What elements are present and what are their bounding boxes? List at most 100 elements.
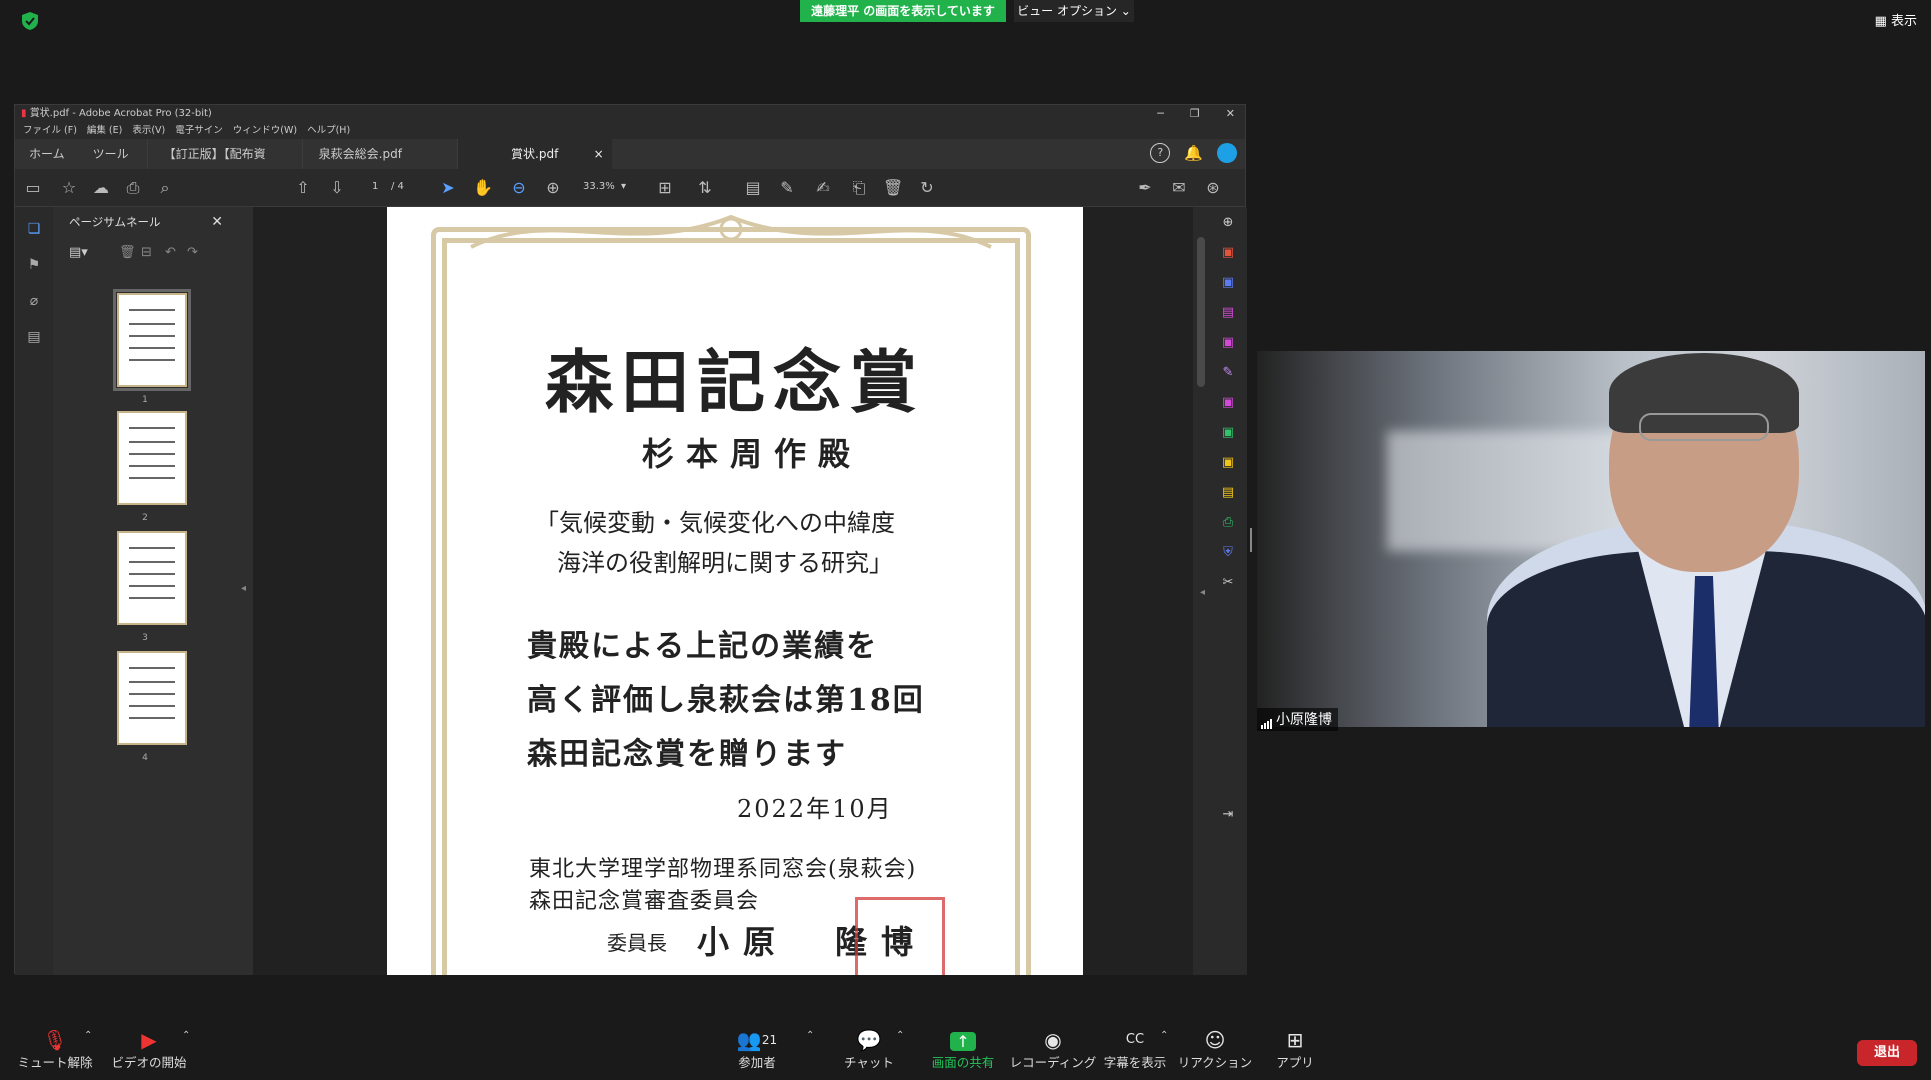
close-tab-icon[interactable]: ×: [594, 139, 604, 169]
document-viewer[interactable]: 森田記念賞 杉本周作殿 「気候変動・気候変化への中緯度 海洋の役割解明に関する研…: [253, 207, 1193, 975]
mail-icon[interactable]: ✉: [1169, 178, 1189, 198]
zoom-out-search-icon[interactable]: ⌕: [155, 178, 175, 198]
zoom-in-icon[interactable]: ⊕: [543, 178, 563, 198]
view-options-button[interactable]: ビュー オプション ⌄: [1014, 0, 1134, 22]
doc-tab-2[interactable]: 泉萩会総会.pdf: [301, 139, 457, 169]
thumb-undo-icon[interactable]: ↶: [165, 245, 176, 260]
more-tools-icon[interactable]: ✂: [1219, 575, 1237, 593]
attachment-icon[interactable]: ⌀: [25, 293, 43, 311]
bell-icon[interactable]: 🔔: [1184, 144, 1203, 162]
participant-count: 21: [761, 1033, 778, 1047]
star-icon[interactable]: ☆: [59, 178, 79, 198]
doc-tab-active[interactable]: 賞状.pdf ×: [456, 139, 612, 169]
unmute-label: ミュート解除: [17, 1055, 93, 1070]
combine-files-icon[interactable]: ▣: [1219, 275, 1237, 293]
share-screen-button[interactable]: ↑ 画面の共有: [918, 1026, 1008, 1072]
view-toggle-button[interactable]: ▦ 表示: [1875, 10, 1917, 29]
chevron-up-icon[interactable]: ⌃: [896, 1030, 904, 1041]
participants-button[interactable]: 👥21 参加者: [712, 1026, 802, 1072]
page-thumbnail-4[interactable]: [117, 651, 187, 745]
certificate-topic-line-2: 海洋の役割解明に関する研究」: [557, 549, 893, 577]
security-shield-icon[interactable]: [22, 12, 38, 30]
fit-page-icon[interactable]: ⊞: [655, 178, 675, 198]
participant-name: 小原隆博: [1276, 712, 1332, 728]
scroll-mode-icon[interactable]: ⇅: [695, 178, 715, 198]
close-icon[interactable]: ✕: [1226, 105, 1235, 122]
marquee-zoom-icon[interactable]: ⊖: [509, 178, 529, 198]
share-user-icon[interactable]: ⊛: [1203, 178, 1223, 198]
signal-strength-icon: [1261, 713, 1273, 729]
chevron-up-icon[interactable]: ⌃: [806, 1030, 814, 1041]
sign-icon[interactable]: ✒: [1135, 178, 1155, 198]
page-thumbnail-1[interactable]: [113, 289, 191, 391]
start-video-button[interactable]: ▶ ビデオの開始: [104, 1026, 194, 1072]
send-review-icon[interactable]: ▣: [1219, 455, 1237, 473]
account-avatar[interactable]: [1217, 143, 1237, 163]
zoom-level[interactable]: 33.3%: [583, 181, 615, 192]
leave-button[interactable]: 退出: [1857, 1040, 1917, 1066]
thumb-redo-icon[interactable]: ↷: [187, 245, 198, 260]
upload-cloud-icon[interactable]: ☁: [91, 178, 111, 198]
document-icon[interactable]: ▤: [25, 329, 43, 347]
comment-panel-icon[interactable]: ▤: [1219, 485, 1237, 503]
thumbnail-options-icon[interactable]: ▤▾: [69, 245, 88, 260]
bookmark-icon[interactable]: ⚑: [25, 257, 43, 275]
menu-edit[interactable]: 編集 (E): [87, 122, 122, 139]
zoom-search-icon[interactable]: ⊕: [1219, 215, 1237, 233]
edit-pdf-icon[interactable]: ▣: [1219, 335, 1237, 353]
chevron-up-icon[interactable]: ⌃: [182, 1030, 190, 1041]
stamp-icon[interactable]: ⎗: [849, 178, 869, 198]
zoom-top-bar: 遠藤理平 の画面を表示しています ビュー オプション ⌄ ▦ 表示: [0, 0, 1931, 40]
help-icon[interactable]: ?: [1150, 143, 1171, 163]
select-cursor-icon[interactable]: ➤: [438, 178, 458, 198]
reactions-button[interactable]: ☺ リアクション: [1170, 1026, 1260, 1072]
fill-sign-icon[interactable]: ✎: [1219, 365, 1237, 383]
participant-video[interactable]: [1257, 351, 1925, 727]
page-number-input[interactable]: 1: [372, 181, 378, 192]
prev-page-icon[interactable]: ⇧: [293, 178, 313, 198]
caret-left-icon[interactable]: ◂: [1200, 587, 1205, 598]
organize-pages-icon[interactable]: ▤: [1219, 305, 1237, 323]
record-button[interactable]: ◉ レコーディング: [1008, 1026, 1098, 1072]
chevron-up-icon[interactable]: ⌃: [1160, 1030, 1168, 1041]
page-thumbnail-2[interactable]: [117, 411, 187, 505]
protect-icon[interactable]: ⛨: [1219, 545, 1237, 563]
menu-file[interactable]: ファイル (F): [23, 122, 77, 139]
menu-help[interactable]: ヘルプ(H): [307, 122, 350, 139]
rotate-icon[interactable]: ↻: [917, 178, 937, 198]
chevron-up-icon[interactable]: ⌃: [84, 1030, 92, 1041]
page-thumbnail-3[interactable]: [117, 531, 187, 625]
comment-icon[interactable]: ▤: [743, 178, 763, 198]
draw-icon[interactable]: ✍: [813, 178, 833, 198]
collapse-rail-icon[interactable]: ⇥: [1219, 807, 1237, 825]
acrobat-title-bar: ▮ 賞状.pdf - Adobe Acrobat Pro (32-bit) ─ …: [15, 105, 1245, 122]
zoom-dropdown-icon[interactable]: ▾: [621, 181, 626, 192]
next-page-icon[interactable]: ⇩: [327, 178, 347, 198]
tab-home[interactable]: ホーム: [15, 139, 79, 169]
hand-tool-icon[interactable]: ✋: [473, 178, 493, 198]
highlight-pen-icon[interactable]: ✎: [777, 178, 797, 198]
close-panel-icon[interactable]: ✕: [211, 207, 223, 237]
create-pdf-icon[interactable]: ▣: [1219, 245, 1237, 263]
delete-icon[interactable]: 🗑: [883, 178, 903, 198]
doc-tab-1[interactable]: 【訂正版】【配布資料...: [146, 139, 302, 191]
apps-button[interactable]: ⊞ アプリ: [1250, 1026, 1340, 1072]
tab-tools[interactable]: ツール: [79, 139, 143, 169]
page-thumbnails-icon[interactable]: ❏: [25, 221, 43, 239]
thumb-insert-icon[interactable]: ⊟: [141, 245, 152, 260]
scrollbar-thumb[interactable]: [1197, 237, 1205, 387]
print-icon[interactable]: ⎙: [123, 178, 143, 198]
zoom-bottom-toolbar: 🎙 ミュート解除 ⌃ ▶ ビデオの開始 ⌃ 👥21 参加者 ⌃ 💬 チャット ⌃…: [0, 1020, 1931, 1080]
split-divider-handle[interactable]: [1250, 528, 1252, 552]
export-pdf-icon[interactable]: ▣: [1219, 425, 1237, 443]
thumb-delete-icon[interactable]: 🗑: [119, 245, 136, 260]
minimize-icon[interactable]: ─: [1157, 105, 1164, 122]
save-icon[interactable]: ▭: [23, 178, 43, 198]
request-signature-icon[interactable]: ▣: [1219, 395, 1237, 413]
menu-view[interactable]: 表示(V): [132, 122, 165, 139]
menu-esign[interactable]: 電子サイン: [175, 122, 223, 139]
collapse-panel-handle[interactable]: ◂: [237, 207, 253, 975]
menu-window[interactable]: ウィンドウ(W): [233, 122, 297, 139]
restore-icon[interactable]: ❐: [1190, 105, 1200, 122]
print-production-icon[interactable]: ⎙: [1219, 515, 1237, 533]
